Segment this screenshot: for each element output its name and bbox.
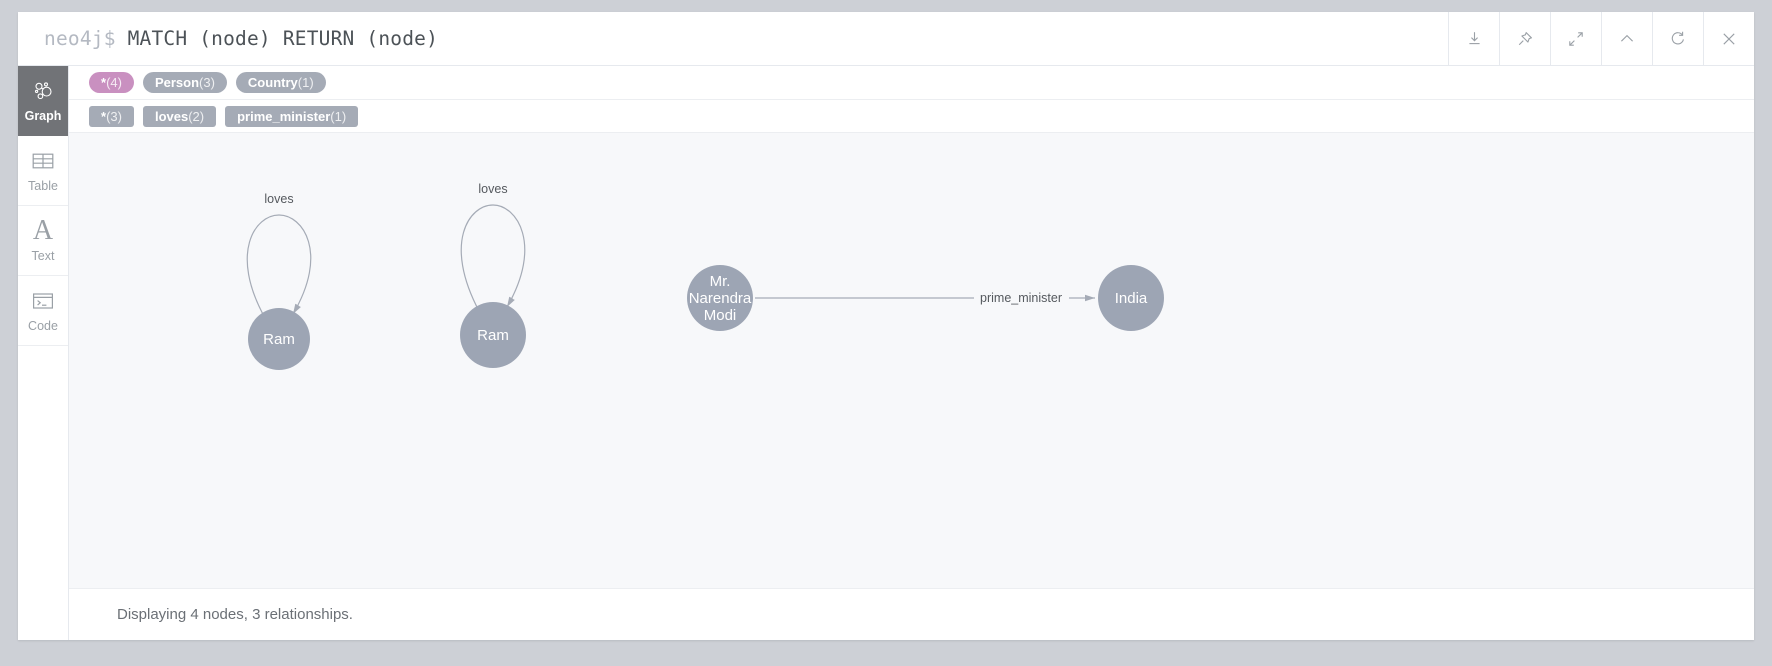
query-result-frame: neo4j$ MATCH (node) RETURN (node) Graph … <box>18 12 1754 640</box>
sidebar-item-graph[interactable]: Graph <box>18 66 68 136</box>
chip-name: loves <box>154 108 189 124</box>
status-text: Displaying 4 nodes, 3 relationships. <box>117 606 353 623</box>
chip-name: Person <box>154 75 200 90</box>
chip-count: (2) <box>188 108 205 124</box>
graph-node-ram-1[interactable]: Ram <box>248 308 310 370</box>
status-bar: Displaying 4 nodes, 3 relationships. <box>69 588 1754 640</box>
relationship-type-chip[interactable]: prime_minister (1) <box>225 105 359 127</box>
chip-count: (1) <box>297 75 314 90</box>
code-icon <box>31 288 55 314</box>
node-caption-line: Narendra <box>689 290 752 307</box>
sidebar-item-label: Graph <box>24 109 62 123</box>
graph-canvas[interactable]: loves loves prime_minister Ram Ram Mr. N… <box>69 133 1754 588</box>
sidebar-item-label: Text <box>31 249 55 263</box>
relationship-prime-minister[interactable]: prime_minister <box>755 291 1096 305</box>
sidebar-item-text[interactable]: A Text <box>18 206 68 276</box>
frame-header: neo4j$ MATCH (node) RETURN (node) <box>18 12 1754 66</box>
expand-icon[interactable] <box>1550 12 1601 65</box>
relationship-type-row: * (3) loves (2) prime_minister (1) <box>69 100 1754 133</box>
legend-panel: * (4) Person (3) Country (1) * (3) loves (2) … <box>69 66 1754 133</box>
relationship-edge <box>460 204 526 312</box>
node-label-chip[interactable]: Person (3) <box>142 72 227 93</box>
chevron-up-icon[interactable] <box>1601 12 1652 65</box>
refresh-icon[interactable] <box>1652 12 1703 65</box>
node-caption: Ram <box>263 331 295 348</box>
graph-node-ram-2[interactable]: Ram <box>460 302 526 368</box>
node-caption: Ram <box>477 327 509 344</box>
chip-name: Country <box>247 75 298 90</box>
table-icon <box>31 148 55 174</box>
relationship-edge <box>246 214 312 319</box>
sidebar-item-label: Table <box>28 179 58 193</box>
node-label-chip[interactable]: Country (1) <box>235 72 326 93</box>
query-text: MATCH (node) RETURN (node) <box>127 27 439 50</box>
node-caption-line: Mr. <box>710 273 731 290</box>
text-icon: A <box>32 215 54 246</box>
relationship-loves-1[interactable]: loves <box>246 192 312 319</box>
node-caption: India <box>1115 290 1148 307</box>
sidebar-item-label: Code <box>28 319 58 333</box>
frame-actions <box>1448 12 1754 65</box>
node-label-chip[interactable]: * (4) <box>89 72 134 93</box>
graph-node-narendra-modi[interactable]: Mr. Narendra Modi <box>687 265 753 331</box>
pin-icon[interactable] <box>1499 12 1550 65</box>
sidebar-item-code[interactable]: Code <box>18 276 68 346</box>
graph-icon <box>31 78 55 104</box>
query-display[interactable]: neo4j$ MATCH (node) RETURN (node) <box>44 12 438 65</box>
query-prompt: neo4j$ <box>44 27 128 50</box>
node-label-row: * (4) Person (3) Country (1) <box>69 66 1754 100</box>
relationship-label: loves <box>264 192 293 206</box>
chip-count: (3) <box>199 75 215 90</box>
chip-name: prime_minister <box>237 108 331 124</box>
chip-count: (1) <box>330 108 347 124</box>
graph-node-india[interactable]: India <box>1098 265 1164 331</box>
sidebar-item-table[interactable]: Table <box>18 136 68 206</box>
relationship-type-chip[interactable]: loves (2) <box>142 105 217 127</box>
relationship-loves-2[interactable]: loves <box>460 182 526 312</box>
chip-count: (3) <box>106 108 122 124</box>
download-icon[interactable] <box>1448 12 1499 65</box>
close-icon[interactable] <box>1703 12 1754 65</box>
chip-count: (4) <box>106 75 122 90</box>
view-sidebar: Graph Table A Text Code <box>18 66 69 640</box>
relationship-label: loves <box>478 182 507 196</box>
node-caption-line: Modi <box>704 307 737 324</box>
relationship-label: prime_minister <box>980 291 1062 305</box>
relationship-type-chip[interactable]: * (3) <box>89 105 134 127</box>
